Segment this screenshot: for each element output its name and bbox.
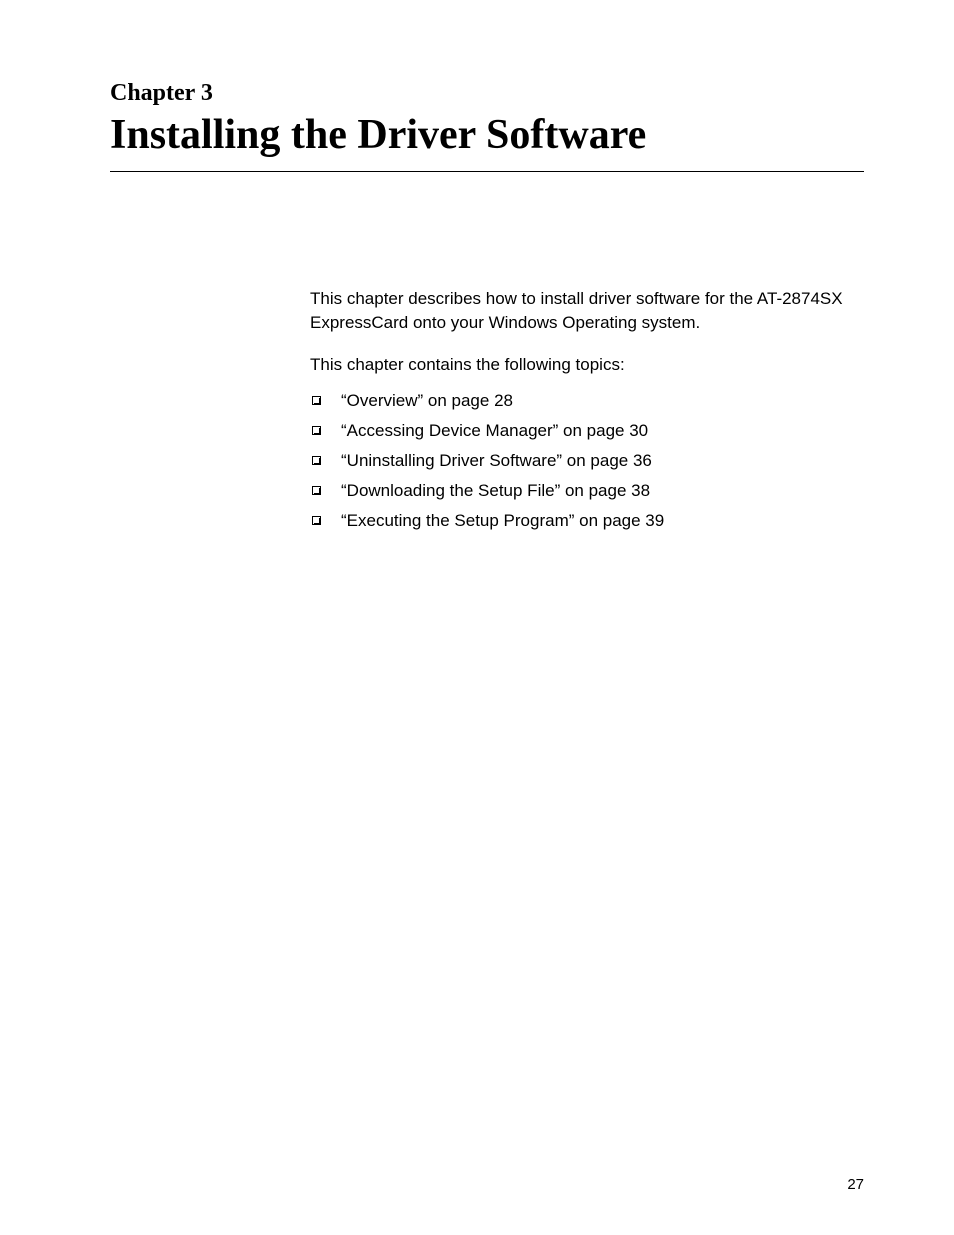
bullet-icon (312, 456, 321, 465)
list-item: “Accessing Device Manager” on page 30 (310, 421, 864, 441)
chapter-title: Installing the Driver Software (110, 111, 864, 172)
topic-text: “Downloading the Setup File” on page 38 (341, 481, 650, 501)
content-block: This chapter describes how to install dr… (310, 287, 864, 531)
list-item: “Overview” on page 28 (310, 391, 864, 411)
intro-paragraph: This chapter describes how to install dr… (310, 287, 864, 335)
bullet-icon (312, 516, 321, 525)
bullet-icon (312, 426, 321, 435)
topic-text: “Executing the Setup Program” on page 39 (341, 511, 664, 531)
list-item: “Executing the Setup Program” on page 39 (310, 511, 864, 531)
list-item: “Uninstalling Driver Software” on page 3… (310, 451, 864, 471)
topic-text: “Overview” on page 28 (341, 391, 513, 411)
topic-text: “Accessing Device Manager” on page 30 (341, 421, 648, 441)
bullet-icon (312, 486, 321, 495)
topic-text: “Uninstalling Driver Software” on page 3… (341, 451, 652, 471)
page-number: 27 (847, 1176, 864, 1193)
topics-list: “Overview” on page 28 “Accessing Device … (310, 391, 864, 531)
list-item: “Downloading the Setup File” on page 38 (310, 481, 864, 501)
document-page: Chapter 3 Installing the Driver Software… (0, 0, 954, 601)
chapter-label: Chapter 3 (110, 80, 864, 107)
bullet-icon (312, 396, 321, 405)
topics-label: This chapter contains the following topi… (310, 355, 864, 375)
